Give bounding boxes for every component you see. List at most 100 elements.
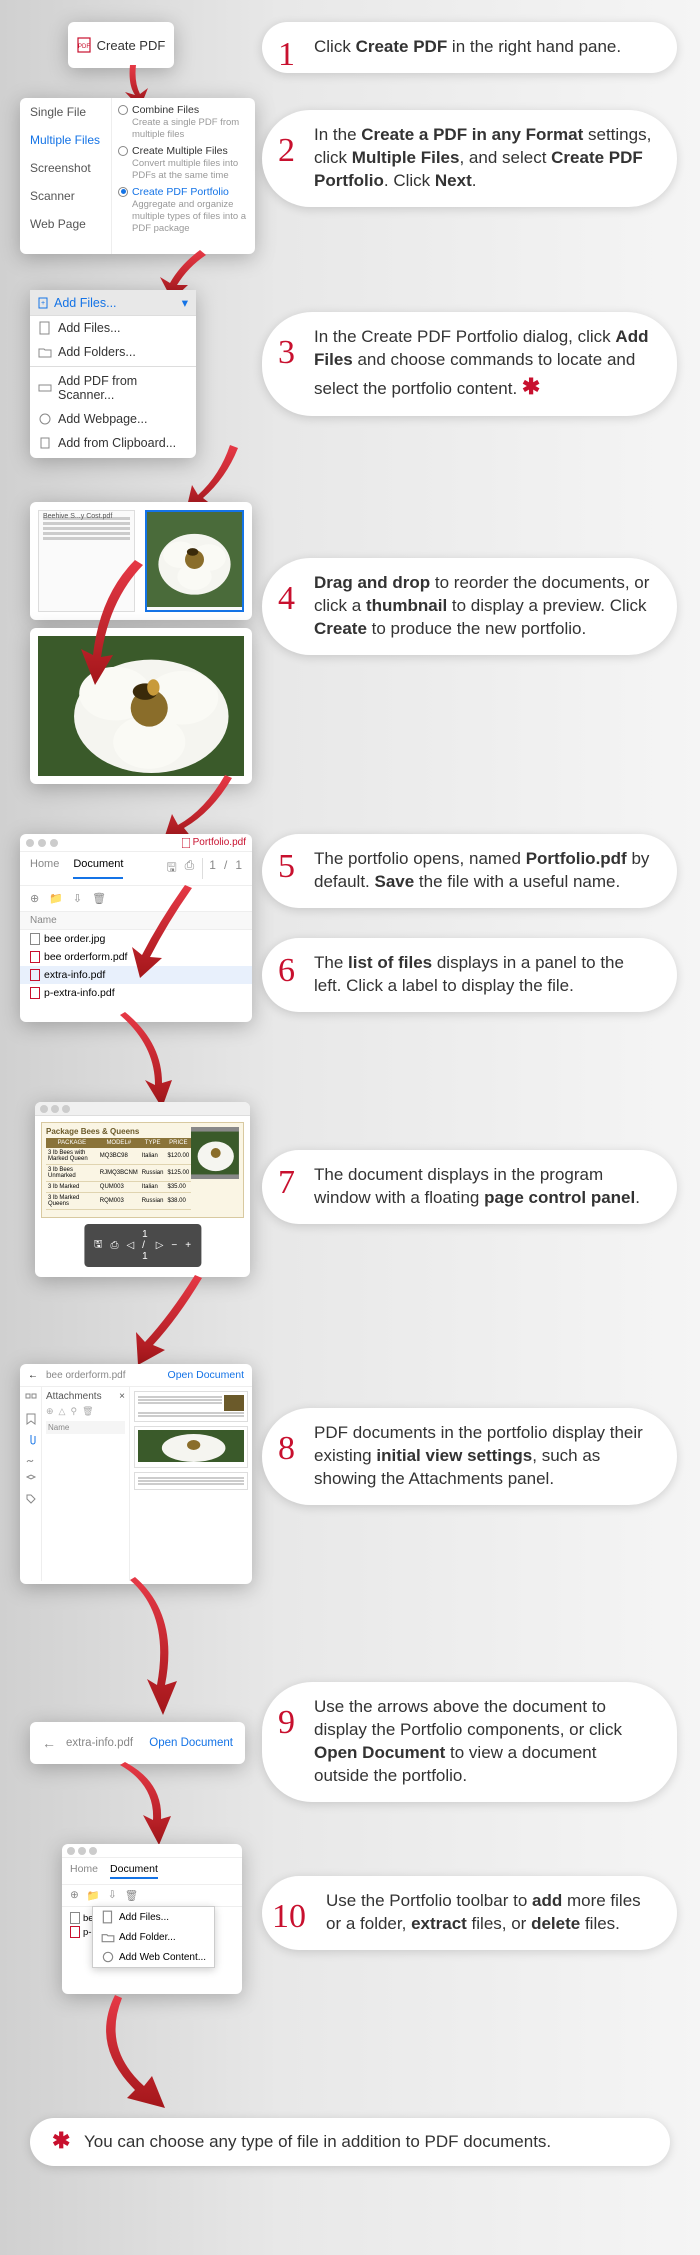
tab-home[interactable]: Home [70,1863,98,1879]
tag-icon[interactable] [25,1493,37,1505]
arrow-left-icon[interactable]: ← [28,1370,38,1381]
menu-add-files[interactable]: Add Files... [30,316,196,340]
extract-icon[interactable]: ⇩ [73,892,82,905]
folder-icon [38,345,52,359]
document-view-panel: Package Bees & Queens PACKAGEMODEL#TYPEP… [35,1102,250,1277]
portfolio-viewer: Portfolio.pdf Home Document 🖫 ⎙ 1 /1 ⊕ 📁… [20,834,252,1022]
add-files-header[interactable]: + Add Files... ▾ [30,290,196,316]
jpg-icon [30,933,40,945]
step-number: 3 [278,330,295,376]
folder-icon [101,1930,115,1944]
table-row: 3 lb MarkedQUM003Italian$35.00 [46,1182,191,1193]
bookmark-icon[interactable] [25,1413,37,1425]
plus-doc-icon: + [38,297,50,309]
step-9: 9 Use the arrows above the document to d… [262,1682,677,1802]
dd-add-files[interactable]: Add Files... [93,1907,214,1927]
signature-icon[interactable] [25,1453,37,1465]
zoom-in-icon[interactable]: + [185,1240,191,1251]
thumbnail-panel: Beehive S...y Cost.pdf bee... [30,502,252,620]
create-pdf-button[interactable]: PDF Create PDF [68,22,174,68]
print-icon[interactable]: ⎙ [185,858,195,879]
arrow-left-icon[interactable]: ← [42,1735,56,1751]
scanner-icon [38,381,52,395]
layers-icon[interactable] [25,1473,37,1485]
step-5: 5 The portfolio opens, named Portfolio.p… [262,834,677,908]
jpg-icon [70,1912,80,1924]
globe-icon [101,1950,115,1964]
save-icon[interactable]: 🖫 [166,858,176,879]
menu-add-folders[interactable]: Add Folders... [30,340,196,364]
file-row[interactable]: extra-info.pdf [20,966,252,984]
step-number: 2 [278,128,295,174]
zoom-out-icon[interactable]: − [171,1240,177,1251]
tab-single-file[interactable]: Single File [20,98,111,126]
folder-icon[interactable]: 📁 [49,892,63,905]
opt-multiple[interactable]: Create Multiple FilesConvert multiple fi… [118,145,249,182]
dd-add-folder[interactable]: Add Folder... [93,1927,214,1947]
tab-webpage[interactable]: Web Page [20,210,111,238]
prev-icon[interactable]: ◁ [126,1240,134,1251]
preview-panel [30,628,252,784]
svg-text:+: + [41,300,45,307]
table-row: 3 lb Bees with Marked QueenMQ3BC98Italia… [46,1148,191,1165]
pdf-icon [182,838,190,848]
trash-icon[interactable]: 🗑 [125,1889,138,1902]
tab-screenshot[interactable]: Screenshot [20,154,111,182]
attachments-title: Attachments [46,1391,102,1402]
trash-icon[interactable]: 🗑 [92,892,106,905]
page-input[interactable]: 1 [202,858,216,879]
next-icon[interactable]: ▷ [156,1240,164,1251]
open-doc-bar: ← extra-info.pdf Open Document [30,1722,245,1764]
opt-portfolio[interactable]: Create PDF PortfolioAggregate and organi… [118,186,249,235]
menu-add-webpage[interactable]: Add Webpage... [30,407,196,431]
attachments-view: ← bee orderform.pdf Open Document Attach… [20,1364,252,1584]
step-1: 1 Click Create PDF in the right hand pan… [262,22,677,73]
globe-icon [38,412,52,426]
open-document-link[interactable]: Open Document [168,1369,244,1381]
file-row[interactable]: p-extra-info.pdf [20,984,252,1002]
step-10: 10 Use the Portfolio toolbar to add more… [262,1876,677,1950]
print-icon[interactable]: ⎙ [110,1240,118,1251]
file-row[interactable]: bee order.jpg [20,930,252,948]
pdf-icon [30,969,40,981]
create-pdf-label: Create PDF [97,38,166,53]
flower-image [147,512,242,607]
extract-icon[interactable]: ⇩ [108,1889,117,1902]
tab-document[interactable]: Document [110,1863,158,1879]
add-files-menu: + Add Files... ▾ Add Files... Add Folder… [30,290,196,458]
step-2: 2 In the Create a PDF in any Format sett… [262,110,677,207]
add-icon[interactable]: ⊕ [70,1889,79,1902]
open-document-link[interactable]: Open Document [149,1737,233,1749]
list-header: Name [20,912,252,930]
pdf-icon [30,987,40,999]
tab-scanner[interactable]: Scanner [20,182,111,210]
sidebar-rail [20,1387,42,1581]
page-control-panel[interactable]: 🖫 ⎙ ◁ 1 / 1 ▷ − + [84,1224,201,1267]
thumbnail[interactable]: Beehive S...y Cost.pdf [38,510,135,612]
tab-home[interactable]: Home [30,858,59,879]
attachment-icon[interactable] [25,1433,37,1445]
close-icon[interactable]: × [119,1391,125,1402]
dd-add-web[interactable]: Add Web Content... [93,1947,214,1967]
menu-add-scanner[interactable]: Add PDF from Scanner... [30,369,196,407]
tab-document[interactable]: Document [73,858,123,879]
arrow-icon [95,1760,195,1850]
filename: extra-info.pdf [66,1737,133,1749]
folder-icon[interactable]: 📁 [87,1889,100,1902]
thumbnail-selected[interactable]: bee... [145,510,244,612]
step-number: 6 [278,948,295,994]
save-icon[interactable]: 🖫 [94,1237,103,1254]
file-row[interactable]: bee orderform.pdf [20,948,252,966]
menu-add-clipboard[interactable]: Add from Clipboard... [30,431,196,455]
tab-multiple-files[interactable]: Multiple Files [20,126,111,154]
portfolio-toolbar: Home Document ⊕ 📁 ⇩ 🗑 bee order.jpg p-ex… [62,1844,242,1994]
step-number: 10 [272,1894,306,1940]
table-row: 3 lb Bees UnmarkedRJMQ3BCNMRussian$125.0… [46,1165,191,1182]
add-icon[interactable]: ⊕ [30,892,39,905]
format-settings-panel: Single File Multiple Files Screenshot Sc… [20,98,255,254]
clipboard-icon [38,436,52,450]
thumbnails-icon[interactable] [25,1393,37,1405]
step-6: 6 The list of files displays in a panel … [262,938,677,1012]
opt-combine[interactable]: Combine FilesCreate a single PDF from mu… [118,104,249,141]
step-4: 4 Drag and drop to reorder the documents… [262,558,677,655]
